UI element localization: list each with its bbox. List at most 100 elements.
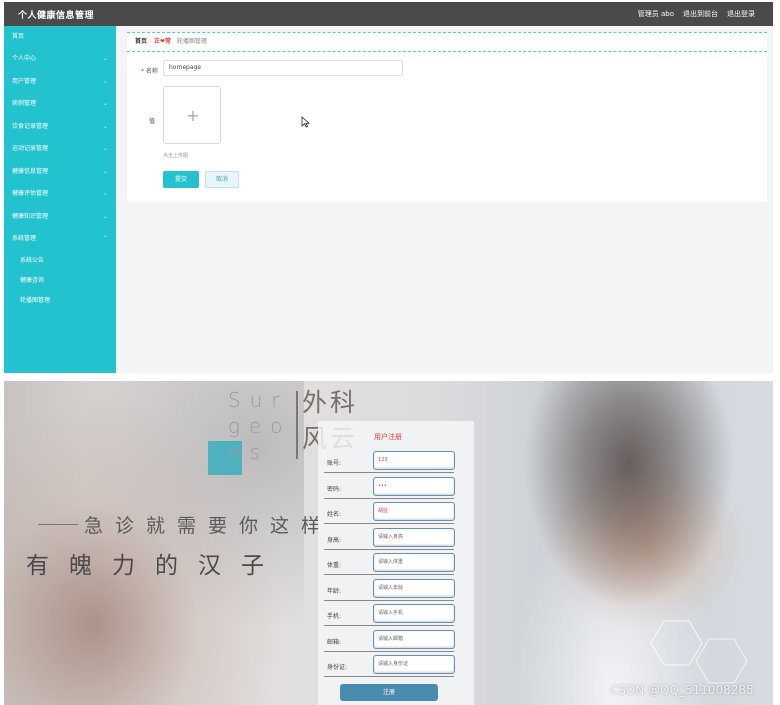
sidebar-item-label: 运动记录管理 — [12, 145, 49, 152]
sidebar-item-exercise-records[interactable]: 运动记录管理 ⌄ — [4, 138, 116, 160]
field-underline — [324, 523, 454, 524]
field-underline — [324, 548, 454, 550]
sidebar-subitem-carousel[interactable]: 轮播图管理 — [4, 292, 116, 310]
english-title-line: geo — [228, 414, 292, 438]
register-button[interactable]: 注册 — [340, 684, 438, 701]
chevron-down-icon: ⌄ — [102, 213, 108, 220]
weight-input[interactable]: 请输入体重 — [373, 553, 455, 572]
register-title: 用户注册 — [374, 433, 402, 441]
chevron-up-icon: ⌃ — [102, 235, 108, 242]
mouse-cursor-icon — [301, 116, 311, 128]
admin-screenshot: 个人健康信息管理 管理员 abo 退出到前台 退出登录 首页 个人中心 ⌄ 用户管… — [4, 2, 773, 373]
required-mark: * — [141, 68, 144, 75]
sidebar-item-health-info[interactable]: 健康信息管理 ⌄ — [4, 161, 116, 183]
sidebar-subitem-consultation[interactable]: 健康咨询 — [4, 272, 116, 290]
register-row-id-card: 身份证: 请输入身份证 — [318, 653, 474, 679]
title-divider — [296, 391, 298, 459]
register-row-account: 账号: 123 — [318, 449, 474, 475]
chevron-down-icon: ⌄ — [102, 123, 108, 130]
hexagon-decoration — [650, 620, 748, 684]
english-title-line: ns — [228, 440, 270, 464]
breadcrumb-middle: 正❤常 — [153, 38, 171, 45]
register-row-weight: 体重: 请输入体重 — [318, 551, 474, 577]
slogan-dash — [38, 524, 78, 525]
logout-link[interactable]: 退出登录 — [727, 9, 755, 19]
field-label: 体重: — [327, 562, 342, 569]
app-title: 个人健康信息管理 — [18, 11, 95, 21]
phone-input[interactable]: 请输入手机 — [373, 604, 455, 623]
sidebar-item-health-assessment[interactable]: 健康评估管理 ⌄ — [4, 183, 116, 205]
slogan-line-2: 有魄力的汉子 — [26, 553, 284, 579]
sidebar-item-user-management[interactable]: 用户管理 ⌄ — [4, 71, 116, 93]
register-row-name: 姓名: 胡扯 — [318, 500, 474, 526]
chinese-title-line: 外科 — [302, 388, 359, 417]
sidebar-item-label: 首页 — [12, 33, 25, 40]
id-card-input[interactable]: 请输入身份证 — [373, 655, 455, 674]
slogan-line-1: 急诊就需要你这样 — [84, 515, 333, 537]
sidebar-subitem-announcements[interactable]: 系统公告 — [4, 252, 116, 270]
topbar-actions: 管理员 abo 退出到前台 退出登录 — [638, 9, 755, 19]
plus-icon: + — [186, 106, 200, 125]
admin-user-label: 管理员 abo — [637, 10, 674, 18]
field-underline — [324, 574, 454, 575]
register-row-age: 年龄: 请输入年龄 — [318, 577, 474, 603]
breadcrumb: 首页 正❤常 轮播图管理 — [127, 32, 767, 52]
sidebar-item-label: 用户管理 — [12, 78, 37, 85]
sidebar-subitem-label: 轮播图管理 — [20, 297, 51, 304]
english-title-line: Sur — [228, 388, 289, 412]
cancel-button[interactable]: 取消 — [205, 171, 239, 188]
chevron-down-icon: ⌄ — [102, 145, 108, 152]
breadcrumb-current: 轮播图管理 — [176, 38, 207, 45]
name-label-text: 名称 — [145, 68, 158, 75]
field-label: 邮箱: — [327, 638, 342, 646]
field-label: 手机: — [327, 613, 342, 620]
field-underline — [324, 497, 454, 499]
csdn-watermark: CSDN @QQ_511008285 — [610, 683, 754, 697]
sidebar-subitem-label: 系统公告 — [20, 257, 45, 264]
image-upload-box[interactable]: + — [163, 86, 221, 144]
register-panel: 用户注册 账号: 123 密码: ••• 姓名: 胡扯 身高: 请输入身高 体重: 请输入体重 年龄… — [318, 421, 474, 705]
field-label: 账号: — [327, 460, 342, 467]
sidebar-item-personal-center[interactable]: 个人中心 ⌄ — [4, 48, 116, 70]
field-underline — [324, 625, 454, 626]
field-label: 姓名: — [327, 511, 342, 518]
sidebar-item-health-knowledge[interactable]: 健康知识管理 ⌄ — [4, 206, 116, 228]
account-input[interactable]: 123 — [373, 451, 455, 470]
upload-hint: 点击上传图 — [163, 153, 189, 159]
sidebar-item-label: 饮食记录管理 — [12, 123, 49, 130]
chevron-down-icon: ⌄ — [102, 190, 108, 197]
field-underline — [324, 676, 454, 677]
name-label: * 名称 — [141, 66, 158, 75]
register-screenshot: Sur geo ns 外科 风云 急诊就需要你这样 有魄力的汉子 用户注册 账号… — [4, 381, 773, 705]
sidebar-item-home[interactable]: 首页 — [4, 26, 116, 48]
email-input[interactable]: 请输入邮箱 — [373, 629, 455, 649]
submit-button[interactable]: 提交 — [163, 171, 199, 188]
chevron-down-icon: ⌄ — [102, 168, 108, 175]
chevron-down-icon: ⌄ — [102, 100, 108, 107]
sidebar-item-system-management[interactable]: 系统管理 ⌃ — [4, 228, 116, 250]
field-underline — [324, 472, 454, 473]
register-row-phone: 手机: 请输入手机 — [318, 602, 474, 628]
sidebar-item-label: 健康评估管理 — [12, 190, 49, 197]
field-underline — [324, 650, 454, 652]
back-to-front-link[interactable]: 退出到前台 — [683, 9, 718, 19]
sidebar-item-case-management[interactable]: 病例管理 ⌄ — [4, 93, 116, 115]
sidebar-item-diet-records[interactable]: 饮食记录管理 ⌄ — [4, 116, 116, 138]
chevron-down-icon: ⌄ — [102, 55, 108, 62]
height-input[interactable]: 请输入身高 — [373, 527, 455, 547]
sidebar-item-label: 个人中心 — [12, 55, 37, 62]
sidebar: 首页 个人中心 ⌄ 用户管理 ⌄ 病例管理 ⌄ 饮食记录管理 ⌄ 运动记录管理 ⌄ 健康信… — [4, 26, 116, 373]
name-input[interactable]: homepage — [163, 60, 403, 76]
field-label: 密码: — [327, 485, 342, 493]
sidebar-item-label: 健康信息管理 — [12, 168, 49, 175]
sidebar-item-label: 健康知识管理 — [12, 213, 49, 220]
age-input[interactable]: 请输入年龄 — [373, 578, 455, 598]
name-input[interactable]: 胡扯 — [373, 502, 455, 521]
english-title: Sur geo ns — [228, 387, 292, 465]
breadcrumb-home[interactable]: 首页 — [135, 38, 147, 45]
field-label: 年龄: — [327, 587, 342, 595]
main-content: 首页 正❤常 轮播图管理 * 名称 homepage 值 + 点击上传图 提交 … — [127, 32, 767, 202]
field-underline — [324, 599, 454, 601]
field-label: 身份证: — [327, 664, 348, 671]
password-input[interactable]: ••• — [373, 476, 455, 496]
